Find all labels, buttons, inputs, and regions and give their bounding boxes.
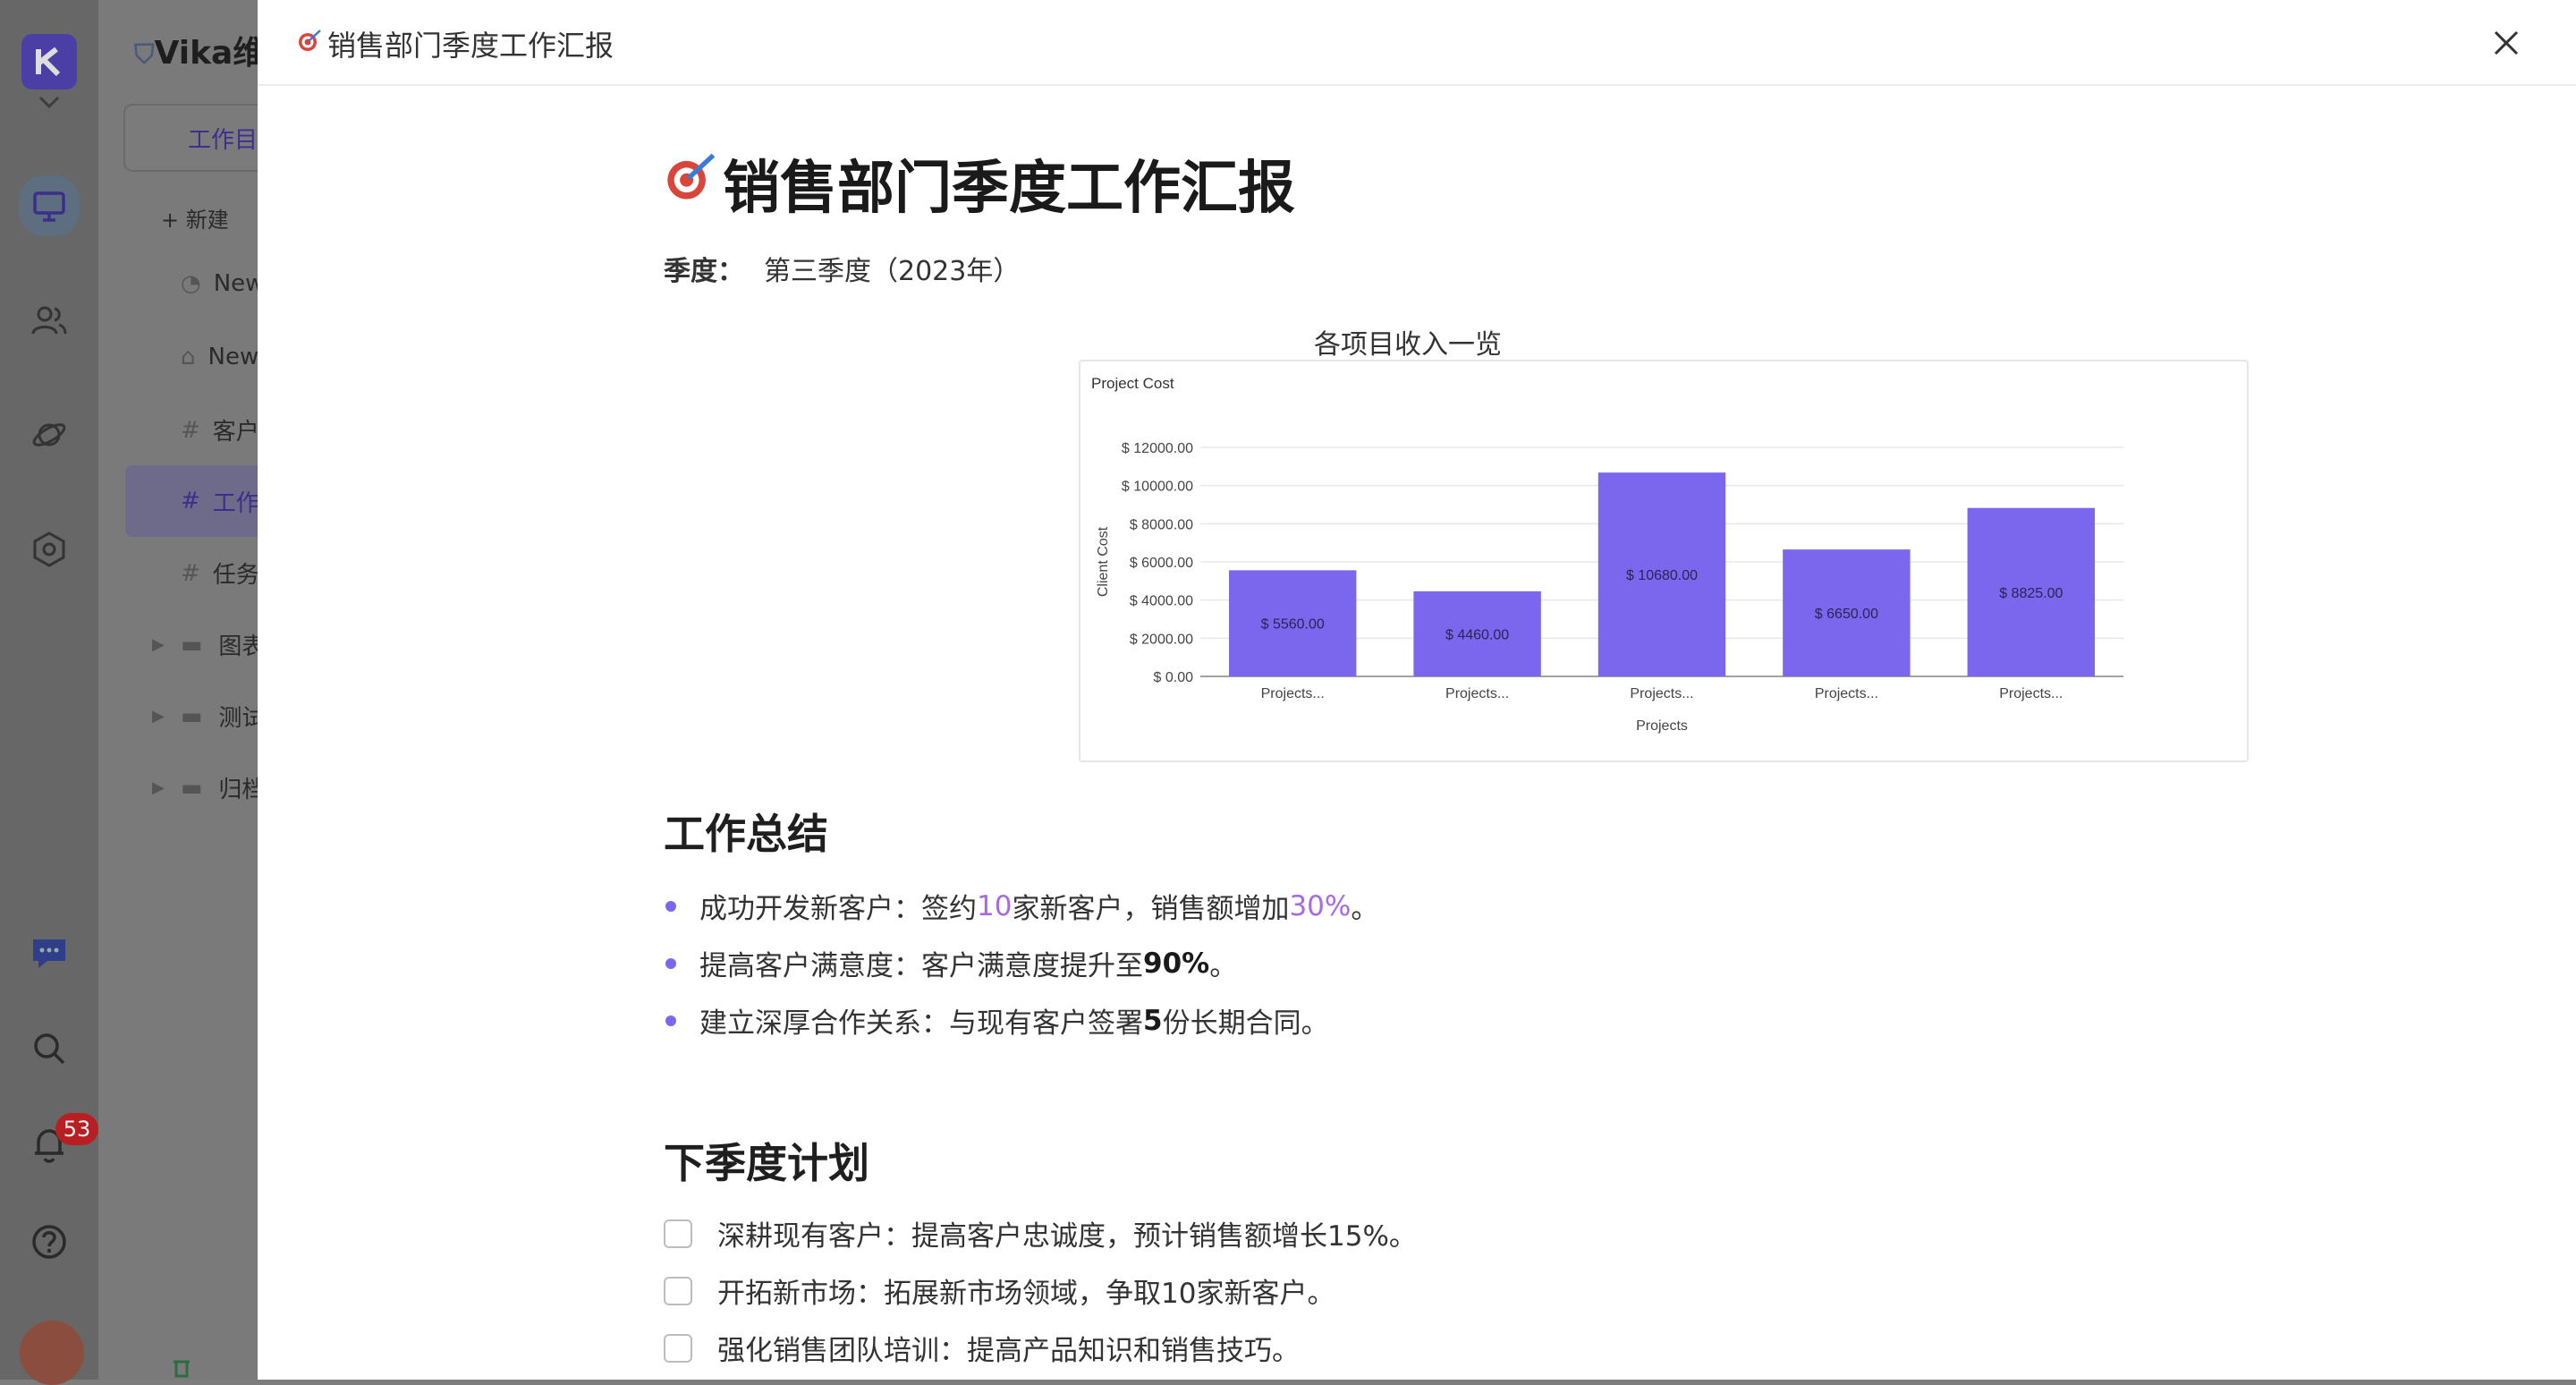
chat-icon[interactable] [24, 929, 74, 979]
settings-icon[interactable] [24, 524, 74, 574]
bar-chart: Project Cost $ 0.00 $ 2000.00 $ 4000.00 $ 60… [1091, 375, 2123, 734]
tree-folder[interactable]: ▶ ▬ 归档 [152, 771, 265, 804]
bar-value-label: $ 10680.00 [1626, 568, 1698, 583]
tree-node[interactable]: ⌂ New [181, 344, 258, 370]
y-tick-label: $ 4000.00 [1130, 594, 1193, 609]
workbench-icon[interactable] [19, 175, 80, 236]
chart-caption: 各项目收入一览 [1314, 329, 1502, 361]
task-checkbox[interactable] [664, 1333, 692, 1363]
space-shield-icon: ⛉ [134, 39, 155, 71]
hash-icon: # [181, 559, 200, 587]
close-icon[interactable] [2487, 23, 2526, 63]
modal-header: 销售部门季度工作汇报 [258, 0, 2576, 86]
tree-folder[interactable]: ▶ ▬ 图表 [152, 628, 265, 661]
space-name[interactable]: ⛉Vika维 [134, 27, 265, 73]
x-tick-label: Projects... [1261, 686, 1325, 701]
x-axis-label: Projects [1636, 718, 1688, 734]
tree-node[interactable]: ◔ New [181, 270, 264, 297]
target-icon [664, 148, 721, 219]
y-axis-label: Client Cost [1096, 526, 1111, 597]
bar-value-label: $ 8825.00 [1999, 586, 2063, 601]
y-tick-label: $ 12000.00 [1122, 441, 1193, 456]
chart-title: Project Cost [1091, 375, 1174, 392]
caret-right-icon: ▶ [152, 707, 165, 726]
task-item: 深耕现有客户：提高客户忠诚度，预计销售额增长15%。 [664, 1213, 1417, 1253]
y-tick-label: $ 2000.00 [1130, 632, 1193, 647]
y-tick-label: $ 8000.00 [1130, 517, 1193, 532]
avatar[interactable] [20, 1321, 84, 1385]
meta-value: 第三季度（2023年） [764, 256, 1021, 287]
modal-title: 销售部门季度工作汇报 [297, 23, 614, 64]
task-item: 强化销售团队培训：提高产品知识和销售技巧。 [664, 1328, 1300, 1368]
task-checkbox[interactable] [664, 1276, 692, 1305]
folder-icon: ▬ [180, 702, 203, 730]
task-item: 开拓新市场：拓展新市场领域，争取10家新客户。 [664, 1270, 1335, 1311]
bar-value-label: $ 6650.00 [1815, 607, 1878, 622]
folder-icon: ▬ [180, 631, 203, 659]
tree-node[interactable]: # 任务 [181, 557, 259, 590]
plan-heading: 下季度计划 [664, 1139, 869, 1187]
tab-catalog[interactable]: 工作目 [123, 104, 270, 172]
hash-icon: # [181, 416, 200, 444]
list-item: 建立深厚合作关系：与现有客户签署 5 份长期合同。 [664, 1000, 1329, 1041]
x-tick-label: Projects... [1815, 686, 1878, 701]
app-logo[interactable] [21, 34, 77, 89]
list-item: 提高客户满意度：客户满意度提升至 90%。 [664, 943, 1237, 983]
x-tick-label: Projects... [1999, 686, 2063, 701]
bar-value-label: $ 5560.00 [1261, 617, 1325, 633]
search-icon[interactable] [24, 1024, 74, 1074]
caret-right-icon: ▶ [152, 635, 165, 654]
bullet [665, 900, 676, 912]
bar-value-label: $ 4460.00 [1445, 627, 1509, 642]
folder-icon: ▬ [180, 774, 203, 802]
y-tick-label: $ 6000.00 [1130, 556, 1193, 571]
y-tick-label: $ 10000.00 [1122, 480, 1193, 495]
list-item: 成功开发新客户：签约 10 家新客户，销售额增加 30%。 [664, 886, 1378, 926]
dashboard-icon: ◔ [181, 270, 201, 297]
document-body: 销售部门季度工作汇报 季度： 第三季度（2023年） 各项目收入一览 Projec… [664, 134, 2249, 1367]
robot-icon: ⌂ [181, 344, 196, 370]
x-tick-label: Projects... [1630, 686, 1693, 701]
meta-label: 季度： [664, 256, 744, 287]
members-icon[interactable] [24, 295, 74, 345]
notification-badge: 53 [55, 1113, 98, 1145]
target-icon [297, 27, 324, 61]
summary-heading: 工作总结 [664, 810, 828, 858]
tree-node[interactable]: # 客户 [181, 413, 259, 446]
bullet [665, 1015, 676, 1026]
icon-rail: 53 [0, 0, 98, 1385]
chart-card: Project Cost $ 0.00 $ 2000.00 $ 4000.00 $ 60… [1079, 360, 2249, 762]
tree-folder[interactable]: ▶ ▬ 测试 [152, 700, 265, 733]
planet-icon[interactable] [24, 410, 74, 460]
task-checkbox[interactable] [664, 1219, 692, 1248]
trash-icon[interactable] [172, 1358, 191, 1380]
y-tick-label: $ 0.00 [1154, 670, 1194, 685]
record-modal: 销售部门季度工作汇报 销售部门季度工作汇报 季度： 第三季度（2023年） 各项目… [258, 0, 2576, 1380]
x-tick-label: Projects... [1445, 686, 1509, 701]
catalog-sidebar: ⛉Vika维 工作目 + 新建 ◔ New ⌂ New # 客户 # 工作 # 任务 ▶ … [98, 0, 295, 1380]
hash-icon: # [181, 488, 200, 514]
quarter-meta: 季度： 第三季度（2023年） [664, 249, 2005, 288]
chevron-down-icon[interactable] [24, 86, 74, 118]
caret-right-icon: ▶ [152, 778, 165, 797]
help-icon[interactable] [24, 1217, 74, 1267]
doc-title: 销售部门季度工作汇报 [664, 134, 2005, 233]
new-node-button[interactable]: + 新建 [161, 202, 229, 234]
bullet [665, 957, 676, 969]
